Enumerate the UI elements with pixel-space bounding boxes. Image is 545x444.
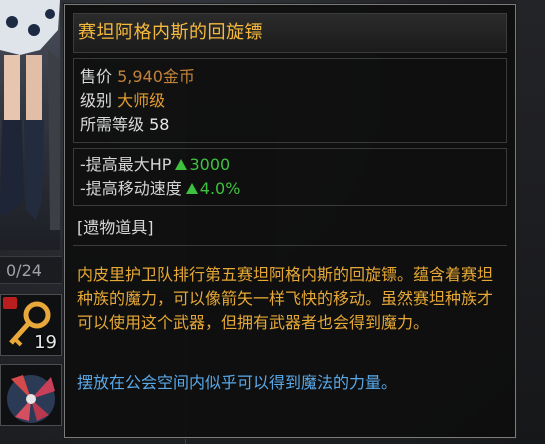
stat-row-hp: -提高最大HP 3000 [80,155,230,175]
stat-row-speed: -提高移动速度 4.0% [80,179,240,199]
stat-value: 3000 [189,155,231,174]
level-label: 所需等级 [80,115,145,134]
game-screen: 0/24 19 赛坦阿格内斯的回旋镖 售价 5,940金币 级别 大师级 所需等… [0,0,545,444]
grade-value: 大师级 [117,91,166,110]
increase-arrow-icon [185,183,198,194]
character-figure [0,0,60,230]
item-stack-count: 19 [34,332,57,353]
stat-label: -提高最大HP [80,155,172,174]
level-value: 58 [149,115,170,134]
inventory-slot-key[interactable]: 19 [0,294,62,356]
grade-row: 级别 大师级 [80,91,165,111]
boomerang-icon [7,375,55,423]
increase-arrow-icon [175,159,188,170]
item-stats-section: -提高最大HP 3000 -提高移动速度 4.0% [73,148,507,206]
inventory-slot-relic[interactable] [0,364,62,426]
price-label: 售价 [80,67,113,86]
item-tooltip: 赛坦阿格内斯的回旋镖 售价 5,940金币 级别 大师级 所需等级 58 -提高… [64,4,516,438]
item-description: 内皮里护卫队排行第五赛坦阿格内斯的回旋镖。蕴含着赛坦种族的魔力，可以像箭矢一样飞… [77,265,494,332]
stat-value: 4.0% [199,179,241,198]
grade-label: 级别 [80,91,113,110]
inventory-slot-counter: 0/24 [0,256,62,284]
item-info-section: 售价 5,940金币 级别 大师级 所需等级 58 [73,58,507,143]
item-name: 赛坦阿格内斯的回旋镖 [73,13,507,53]
level-row: 所需等级 58 [80,115,169,135]
stat-label: -提高移动速度 [80,179,182,198]
price-row: 售价 5,940金币 [80,67,195,87]
item-lore: 摆放在公会空间内似乎可以得到魔法的力量。 [77,373,398,392]
item-type: [遗物道具] [77,218,154,237]
price-value: 5,940金币 [117,67,195,86]
divider [73,245,507,246]
character-preview [0,0,60,250]
background-strip [515,0,545,444]
